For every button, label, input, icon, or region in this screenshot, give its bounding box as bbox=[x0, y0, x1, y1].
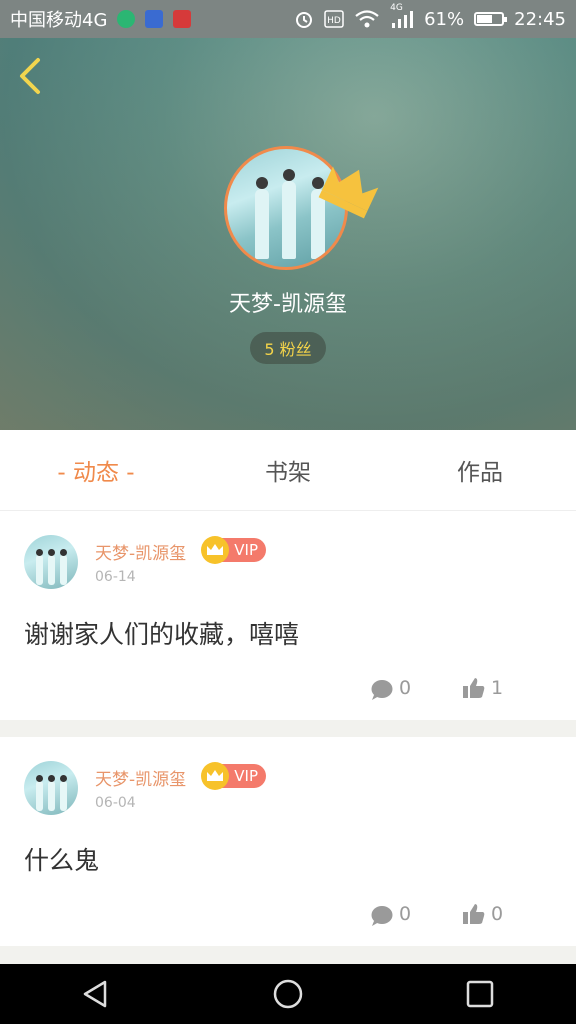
vip-label: VIP bbox=[234, 767, 258, 785]
author-avatar[interactable] bbox=[24, 535, 78, 589]
profile-tabs: - 动态 - 书架 作品 bbox=[0, 430, 576, 511]
back-button[interactable] bbox=[12, 56, 48, 96]
author-name[interactable]: 天梦-凯源玺 bbox=[95, 539, 186, 564]
post-item[interactable]: 天梦-凯源玺 VIP 06-04 什么鬼 0 0 bbox=[0, 737, 576, 946]
comment-icon[interactable] bbox=[370, 905, 394, 927]
chevron-left-icon bbox=[20, 58, 40, 94]
triangle-back-icon bbox=[83, 980, 107, 1008]
carrier-label: 中国移动4G bbox=[10, 10, 108, 31]
tab-dynamics[interactable]: - 动态 - bbox=[0, 430, 192, 510]
status-bar: 中国移动4G HD 4G 61% 22:45 bbox=[0, 0, 576, 38]
crown-icon bbox=[318, 166, 379, 219]
author-name[interactable]: 天梦-凯源玺 bbox=[95, 765, 186, 790]
battery-icon bbox=[474, 12, 508, 26]
vip-crown-icon bbox=[201, 762, 229, 790]
comment-count: 0 bbox=[399, 903, 412, 925]
comment-icon[interactable] bbox=[370, 679, 394, 701]
like-count: 0 bbox=[491, 903, 504, 925]
thumbs-up-icon[interactable] bbox=[462, 676, 486, 700]
system-nav-bar bbox=[0, 964, 576, 1024]
tab-works[interactable]: 作品 bbox=[384, 430, 576, 510]
comment-count: 0 bbox=[399, 677, 412, 699]
alarm-icon bbox=[296, 12, 313, 28]
thumbs-up-icon[interactable] bbox=[462, 902, 486, 926]
battery-percent: 61% bbox=[424, 8, 465, 30]
post-item[interactable]: 天梦-凯源玺 VIP 06-14 谢谢家人们的收藏，嘻嘻 0 1 bbox=[0, 511, 576, 720]
shield-app-icon bbox=[117, 10, 136, 28]
nav-home-button[interactable] bbox=[258, 964, 318, 1024]
vip-badge: VIP bbox=[201, 536, 266, 564]
vip-crown-icon bbox=[201, 536, 229, 564]
post-content: 谢谢家人们的收藏，嘻嘻 bbox=[24, 620, 300, 649]
fans-count-badge[interactable]: 5 粉丝 bbox=[250, 332, 326, 364]
vip-label: VIP bbox=[234, 541, 258, 559]
nav-back-button[interactable] bbox=[66, 964, 126, 1024]
profile-header: 天梦-凯源玺 5 粉丝 bbox=[0, 38, 576, 430]
wifi-icon bbox=[355, 10, 379, 28]
nav-recents-button[interactable] bbox=[450, 964, 510, 1024]
hd-icon: HD bbox=[324, 10, 344, 28]
post-date: 06-04 bbox=[95, 795, 136, 811]
vip-badge: VIP bbox=[201, 762, 266, 790]
svg-text:HD: HD bbox=[327, 16, 341, 26]
like-count: 1 bbox=[491, 677, 504, 699]
clock: 22:45 bbox=[514, 8, 566, 30]
profile-username: 天梦-凯源玺 bbox=[229, 292, 347, 317]
post-feed: 天梦-凯源玺 VIP 06-14 谢谢家人们的收藏，嘻嘻 0 1 天梦-凯源玺 bbox=[0, 511, 576, 963]
post-date: 06-14 bbox=[95, 569, 136, 585]
health-app-icon bbox=[145, 10, 164, 28]
circle-home-icon bbox=[273, 979, 303, 1009]
post-content: 什么鬼 bbox=[24, 846, 100, 875]
network-type-label: 4G bbox=[390, 3, 403, 13]
tab-bookshelf[interactable]: 书架 bbox=[192, 430, 384, 510]
eye-app-icon bbox=[173, 10, 192, 28]
square-recents-icon bbox=[466, 980, 494, 1008]
author-avatar[interactable] bbox=[24, 761, 78, 815]
